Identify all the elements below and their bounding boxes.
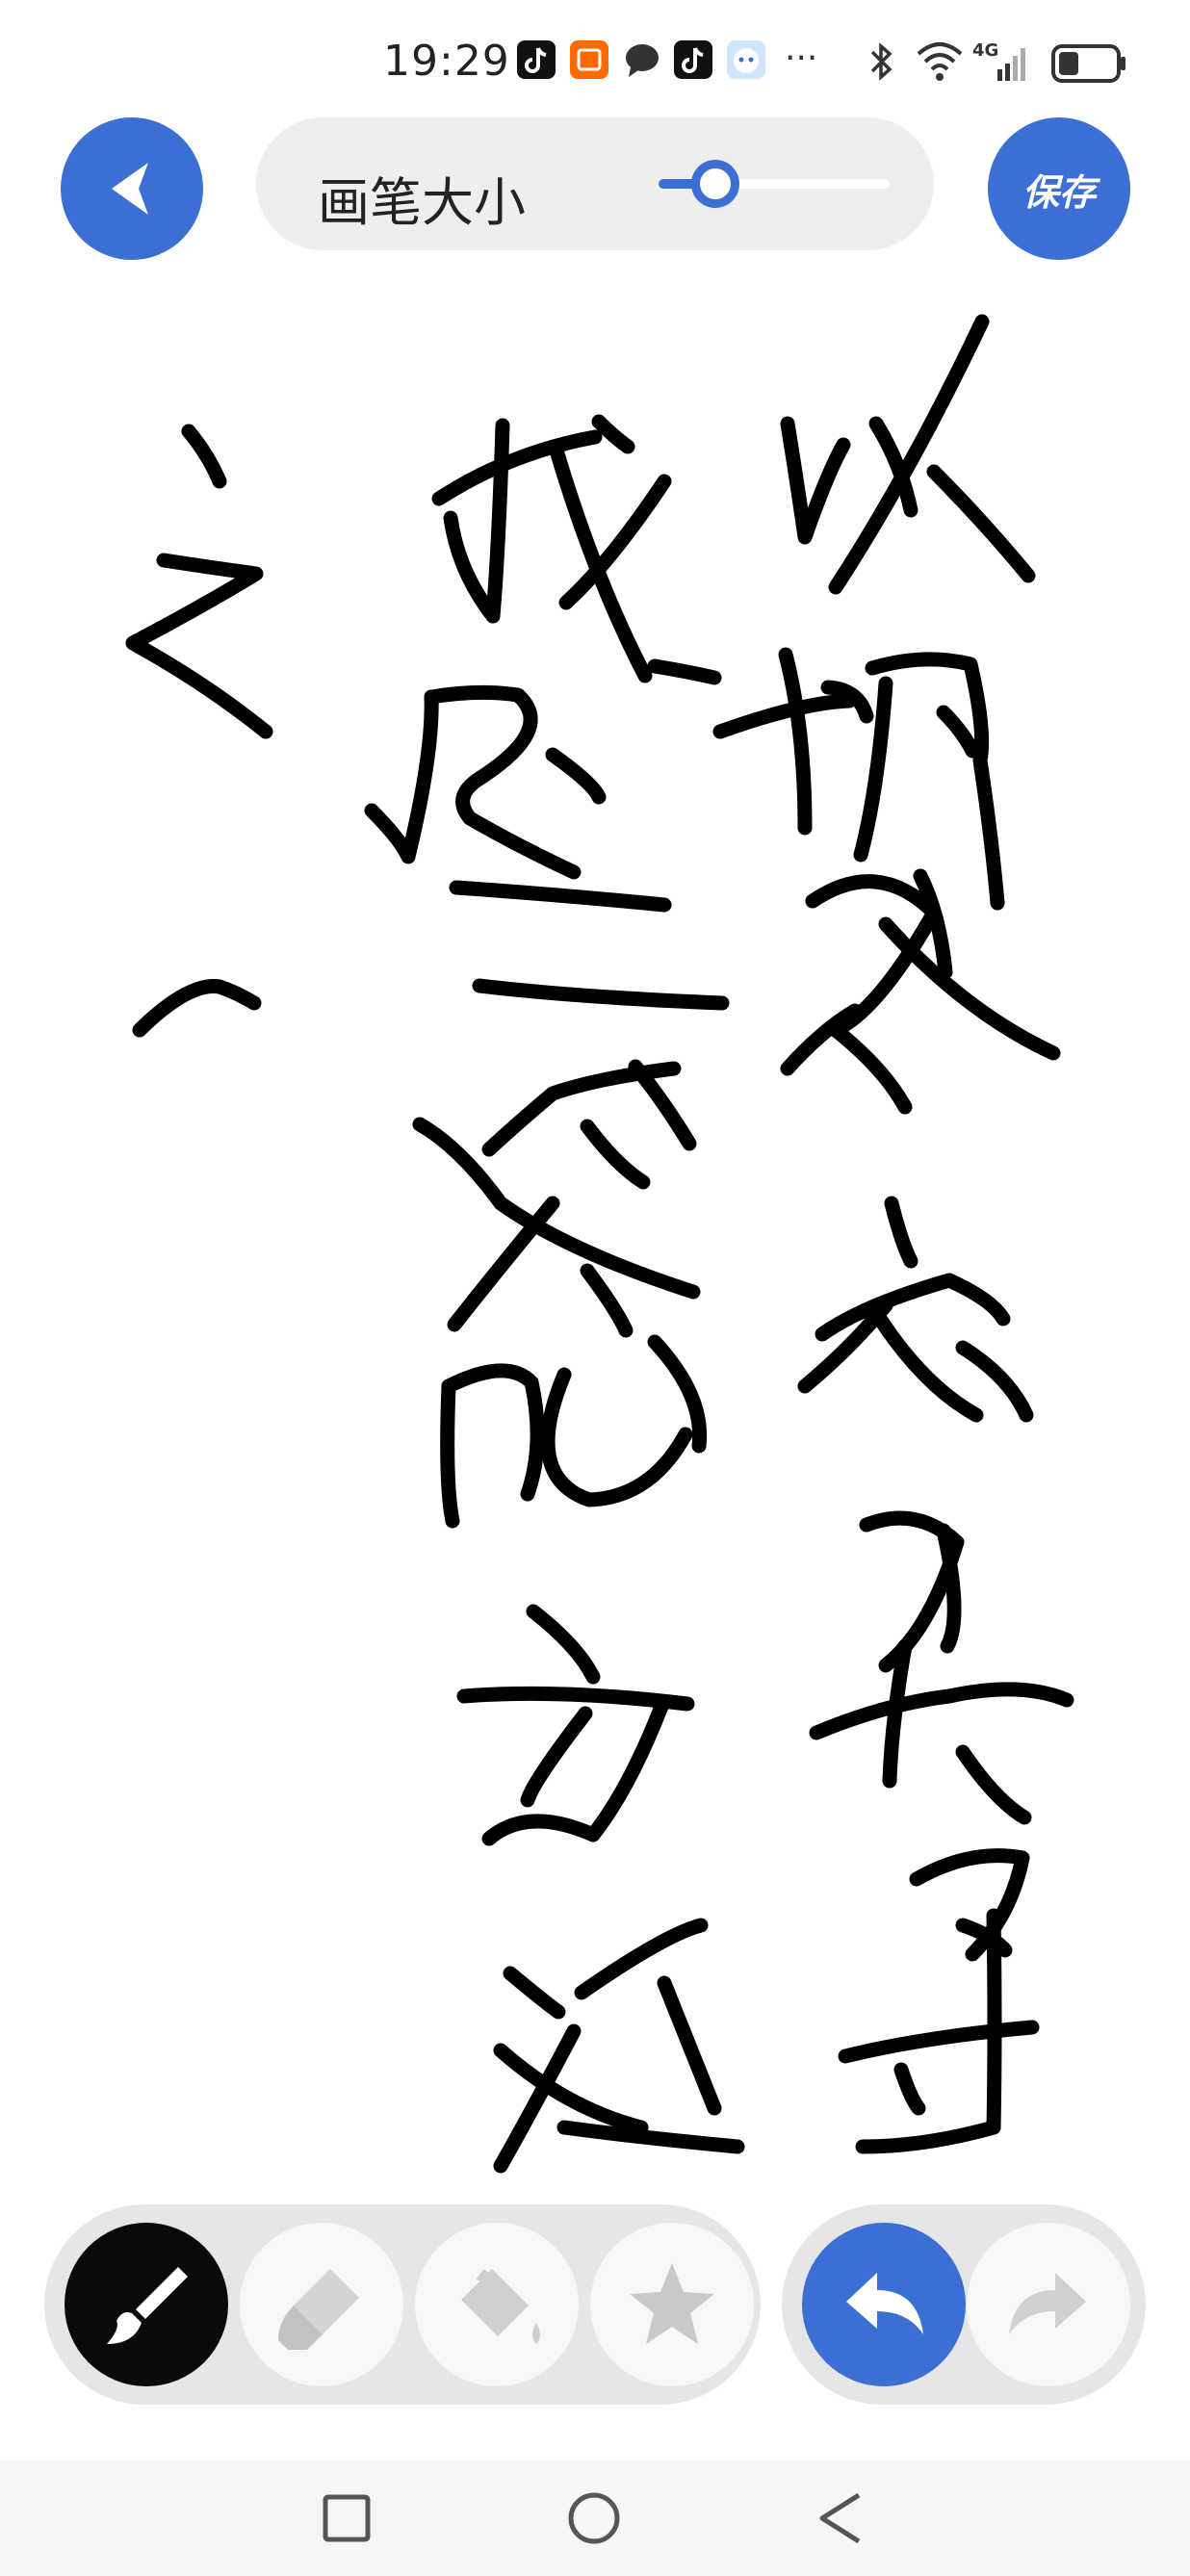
wifi-icon	[915, 40, 965, 87]
eraser-icon	[278, 2269, 359, 2350]
network-type: 4G	[972, 40, 998, 61]
stroke	[440, 1378, 460, 1529]
stroke	[878, 916, 1061, 1061]
recent-apps-icon[interactable]	[322, 2493, 372, 2543]
handwriting-strokes	[125, 314, 1074, 2174]
stroke	[443, 510, 501, 624]
navigation-bar	[0, 2460, 1190, 2576]
stroke	[503, 1966, 566, 2020]
stroke	[926, 464, 1036, 583]
stroke	[647, 658, 722, 685]
stroke	[580, 1263, 634, 1338]
brush-icon	[107, 2267, 188, 2344]
stroke	[884, 1196, 918, 1269]
brush-size-label: 画笔大小	[318, 172, 526, 233]
more-notifications: ···	[785, 39, 818, 78]
fill-tool[interactable]	[415, 2223, 579, 2386]
stroke	[424, 684, 582, 880]
stroke	[828, 314, 990, 595]
stroke	[780, 416, 851, 545]
paint-bucket-icon	[461, 2269, 540, 2344]
tiktok-icon	[674, 40, 712, 79]
stroke	[540, 1367, 693, 1507]
assistant-icon	[727, 40, 765, 79]
stroke	[986, 1908, 1002, 2135]
stroke	[447, 1196, 560, 1332]
stroke	[580, 1119, 651, 1190]
stroke	[872, 1311, 984, 1423]
stroke	[712, 693, 857, 739]
undo-icon	[846, 2273, 923, 2334]
stroke	[893, 2062, 926, 2116]
stroke	[125, 553, 273, 739]
tiktok-icon	[517, 40, 556, 79]
brush-tool[interactable]	[65, 2223, 228, 2386]
home-icon[interactable]	[567, 2491, 621, 2545]
drawing-tools-panel	[44, 2204, 761, 2405]
undo-button[interactable]	[802, 2223, 966, 2386]
stamp-tool[interactable]	[590, 2223, 754, 2386]
stroke	[855, 2120, 1001, 2154]
status-time: 19:29	[383, 37, 510, 86]
stroke	[647, 1334, 708, 1454]
back-arrow-icon	[112, 163, 148, 215]
stroke	[441, 1363, 545, 1502]
brush-size-slider[interactable]	[659, 160, 890, 208]
history-panel	[782, 2204, 1146, 2405]
battery-icon	[1051, 42, 1128, 89]
stroke	[449, 880, 672, 913]
drawing-canvas[interactable]	[0, 279, 1190, 2195]
stroke	[481, 1814, 601, 1846]
bluetooth-icon	[867, 40, 895, 87]
stroke	[181, 424, 227, 489]
eraser-tool[interactable]	[240, 2223, 403, 2386]
stroke	[472, 978, 730, 1011]
message-icon	[623, 40, 661, 79]
redo-icon	[1009, 2273, 1086, 2334]
redo-button[interactable]	[967, 2223, 1130, 2386]
slider-thumb[interactable]	[691, 160, 740, 208]
stroke	[574, 1918, 709, 2000]
stroke	[456, 1686, 695, 1712]
stroke	[591, 414, 635, 454]
stroke	[815, 1273, 1011, 1342]
stroke	[778, 647, 813, 836]
back-icon[interactable]	[816, 2489, 867, 2547]
taobao-icon	[570, 40, 608, 79]
stroke	[520, 1706, 593, 1808]
stroke	[526, 1604, 601, 1685]
stroke	[838, 2020, 1040, 2064]
stroke	[364, 689, 439, 864]
stroke	[585, 1696, 670, 1842]
brush-size-panel: 画笔大小	[256, 117, 934, 250]
stroke	[657, 1975, 722, 2116]
save-button[interactable]: 保存	[988, 117, 1130, 260]
stroke	[132, 979, 262, 1038]
stroke	[628, 1059, 697, 1151]
stroke	[909, 1848, 1030, 1962]
stroke	[545, 747, 607, 805]
status-bar: 19:29 ··· 4G	[0, 0, 1190, 125]
star-icon	[630, 2263, 714, 2344]
stroke	[556, 2120, 745, 2154]
stroke	[955, 1744, 1032, 1825]
back-button[interactable]	[61, 117, 203, 260]
stroke	[828, 1022, 913, 1115]
stroke	[936, 705, 980, 759]
stroke	[485, 418, 510, 624]
signal-icon: 4G	[972, 39, 1030, 89]
stroke	[809, 1682, 1074, 1740]
